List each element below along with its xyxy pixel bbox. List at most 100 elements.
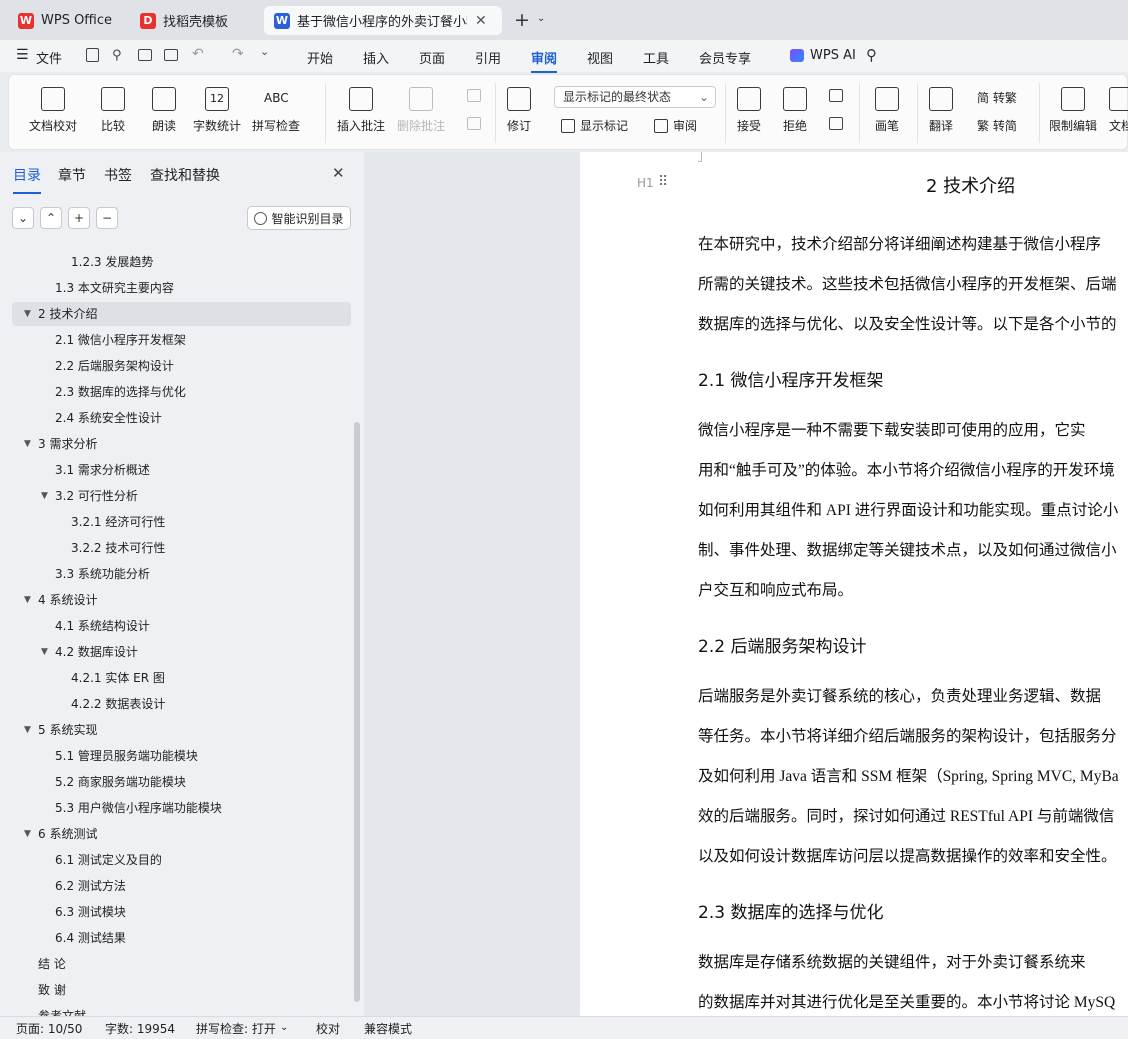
word-count[interactable]: 字数: 19954 — [105, 1020, 175, 1037]
undo-icon[interactable]: ↶ — [192, 46, 204, 62]
expand-arrow-icon[interactable]: ▼ — [24, 432, 31, 456]
menu-home[interactable]: 开始 — [307, 48, 333, 67]
compare-button[interactable]: 比较 — [101, 87, 125, 134]
chevron-down-icon[interactable]: ⌄ — [537, 13, 545, 24]
delete-comment-button[interactable]: 删除批注 — [397, 87, 445, 134]
to-simplified-button[interactable]: 繁 转简 — [977, 117, 1017, 134]
tab-sections[interactable]: 章节 — [58, 165, 86, 185]
toc-item[interactable]: ▼ 6 系统测试 — [0, 822, 340, 846]
proofread-status[interactable]: 校对 — [316, 1020, 340, 1037]
toc-item[interactable]: 6.2 测试方法 — [0, 874, 340, 898]
print-preview-icon[interactable] — [164, 49, 178, 61]
menu-member[interactable]: 会员专享 — [699, 48, 751, 67]
menu-references[interactable]: 引用 — [475, 48, 501, 67]
toc-item[interactable]: 2.4 系统安全性设计 — [0, 406, 340, 430]
toc-item[interactable]: 5.2 商家服务端功能模块 — [0, 770, 340, 794]
word-count-button[interactable]: 12 字数统计 — [193, 87, 241, 134]
pen-button[interactable]: 画笔 — [875, 87, 899, 134]
toc-item[interactable]: 1.2.3 发展趋势 — [0, 250, 340, 274]
menu-review[interactable]: 审阅 — [531, 48, 558, 73]
new-tab-icon[interactable]: + — [514, 9, 530, 31]
markup-state-select[interactable]: 显示标记的最终状态 ⌄ — [554, 86, 716, 108]
read-aloud-button[interactable]: 朗读 — [152, 87, 176, 134]
drag-handle-icon[interactable]: ⠿ — [658, 174, 668, 190]
share-icon[interactable]: ⚲ — [112, 48, 122, 63]
prev-comment-icon[interactable] — [467, 89, 481, 102]
menu-page[interactable]: 页面 — [419, 48, 445, 67]
spell-check-status[interactable]: 拼写检查: 打开 — [196, 1020, 276, 1037]
expand-arrow-icon[interactable]: ▼ — [24, 822, 31, 846]
toc-item[interactable]: ▼ 5 系统实现 — [0, 718, 340, 742]
tab-find-replace[interactable]: 查找和替换 — [150, 165, 220, 185]
menu-file[interactable]: 文件 — [36, 48, 62, 67]
add-heading-button[interactable]: + — [68, 207, 90, 229]
toc-item[interactable]: 6.1 测试定义及目的 — [0, 848, 340, 872]
close-icon[interactable]: ✕ — [475, 13, 487, 29]
close-icon[interactable]: ✕ — [332, 164, 345, 182]
smart-toc-button[interactable]: 智能识别目录 — [247, 206, 351, 230]
toc-item[interactable]: 3.1 需求分析概述 — [0, 458, 340, 482]
expand-arrow-icon[interactable]: ▼ — [24, 718, 31, 742]
chevron-down-icon[interactable]: ⌄ — [260, 45, 269, 58]
tab-toc[interactable]: 目录 — [13, 165, 41, 194]
toc-item[interactable]: 2.1 微信小程序开发框架 — [0, 328, 340, 352]
accept-button[interactable]: 接受 — [737, 87, 761, 134]
next-change-icon[interactable] — [829, 117, 843, 130]
tab-wps-office[interactable]: W WPS Office — [8, 6, 124, 35]
menu-tools[interactable]: 工具 — [643, 48, 669, 67]
save-icon[interactable] — [86, 48, 99, 62]
toc-item[interactable]: 3.2.2 技术可行性 — [0, 536, 340, 560]
toc-item[interactable]: 1.3 本文研究主要内容 — [0, 276, 340, 300]
remove-heading-button[interactable]: − — [96, 207, 118, 229]
expand-button[interactable]: ⌃ — [40, 207, 62, 229]
spell-check-button[interactable]: ABC 拼写检查 — [252, 87, 300, 134]
expand-arrow-icon[interactable]: ▼ — [41, 484, 48, 508]
toc-item[interactable]: ▼ 4.2 数据库设计 — [0, 640, 340, 664]
menu-wps-ai[interactable]: WPS AI — [810, 48, 856, 63]
show-markup-button[interactable]: 显示标记 — [561, 117, 628, 134]
chevron-down-icon[interactable]: ⌄ — [280, 1022, 288, 1033]
insert-comment-button[interactable]: 插入批注 — [337, 87, 385, 134]
toc-item[interactable]: ▼ 3 需求分析 — [0, 432, 340, 456]
collapse-button[interactable]: ⌄ — [12, 207, 34, 229]
toc-item[interactable]: 3.2.1 经济可行性 — [0, 510, 340, 534]
toc-item[interactable]: 6.3 测试模块 — [0, 900, 340, 924]
toc-item[interactable]: 致 谢 — [0, 978, 340, 1002]
track-changes-button[interactable]: 修订 — [507, 87, 531, 134]
document-button[interactable]: 文档 — [1109, 87, 1128, 134]
expand-arrow-icon[interactable]: ▼ — [41, 640, 48, 664]
tab-docer[interactable]: D 找稻壳模板 — [130, 6, 258, 35]
toc-item[interactable]: 3.3 系统功能分析 — [0, 562, 340, 586]
toc-item[interactable]: ▼ 3.2 可行性分析 — [0, 484, 340, 508]
toc-item[interactable]: ▼ 2 技术介绍 — [0, 302, 340, 326]
expand-arrow-icon[interactable]: ▼ — [24, 588, 31, 612]
redo-icon[interactable]: ↷ — [232, 46, 244, 62]
proofread-button[interactable]: 文档校对 — [29, 87, 77, 134]
toc-item[interactable]: 4.1 系统结构设计 — [0, 614, 340, 638]
reject-button[interactable]: 拒绝 — [783, 87, 807, 134]
tab-document[interactable]: W 基于微信小程序的外卖订餐小程序 ✕ — [264, 6, 502, 35]
to-traditional-button[interactable]: 简 转繁 — [977, 89, 1017, 106]
tab-bookmarks[interactable]: 书签 — [104, 165, 132, 185]
toc-item[interactable]: 4.2.2 数据表设计 — [0, 692, 340, 716]
restrict-editing-button[interactable]: 限制编辑 — [1049, 87, 1097, 134]
review-pane-button[interactable]: 审阅 — [654, 117, 697, 134]
expand-arrow-icon[interactable]: ▼ — [24, 302, 31, 326]
toc-item[interactable]: 5.1 管理员服务端功能模块 — [0, 744, 340, 768]
scrollbar[interactable] — [354, 422, 360, 1002]
toc-item[interactable]: 2.2 后端服务架构设计 — [0, 354, 340, 378]
next-comment-icon[interactable] — [467, 117, 481, 130]
prev-change-icon[interactable] — [829, 89, 843, 102]
translate-button[interactable]: 翻译 — [929, 87, 953, 134]
hamburger-icon[interactable]: ☰ — [16, 47, 29, 63]
toc-item[interactable]: ▼ 4 系统设计 — [0, 588, 340, 612]
toc-item[interactable]: 4.2.1 实体 ER 图 — [0, 666, 340, 690]
toc-item[interactable]: 6.4 测试结果 — [0, 926, 340, 950]
toc-item[interactable]: 结 论 — [0, 952, 340, 976]
menu-insert[interactable]: 插入 — [363, 48, 389, 67]
toc-item[interactable]: 5.3 用户微信小程序端功能模块 — [0, 796, 340, 820]
search-icon[interactable]: ⚲ — [866, 46, 877, 64]
toc-item[interactable]: 2.3 数据库的选择与优化 — [0, 380, 340, 404]
print-icon[interactable] — [138, 49, 152, 61]
menu-view[interactable]: 视图 — [587, 48, 613, 67]
